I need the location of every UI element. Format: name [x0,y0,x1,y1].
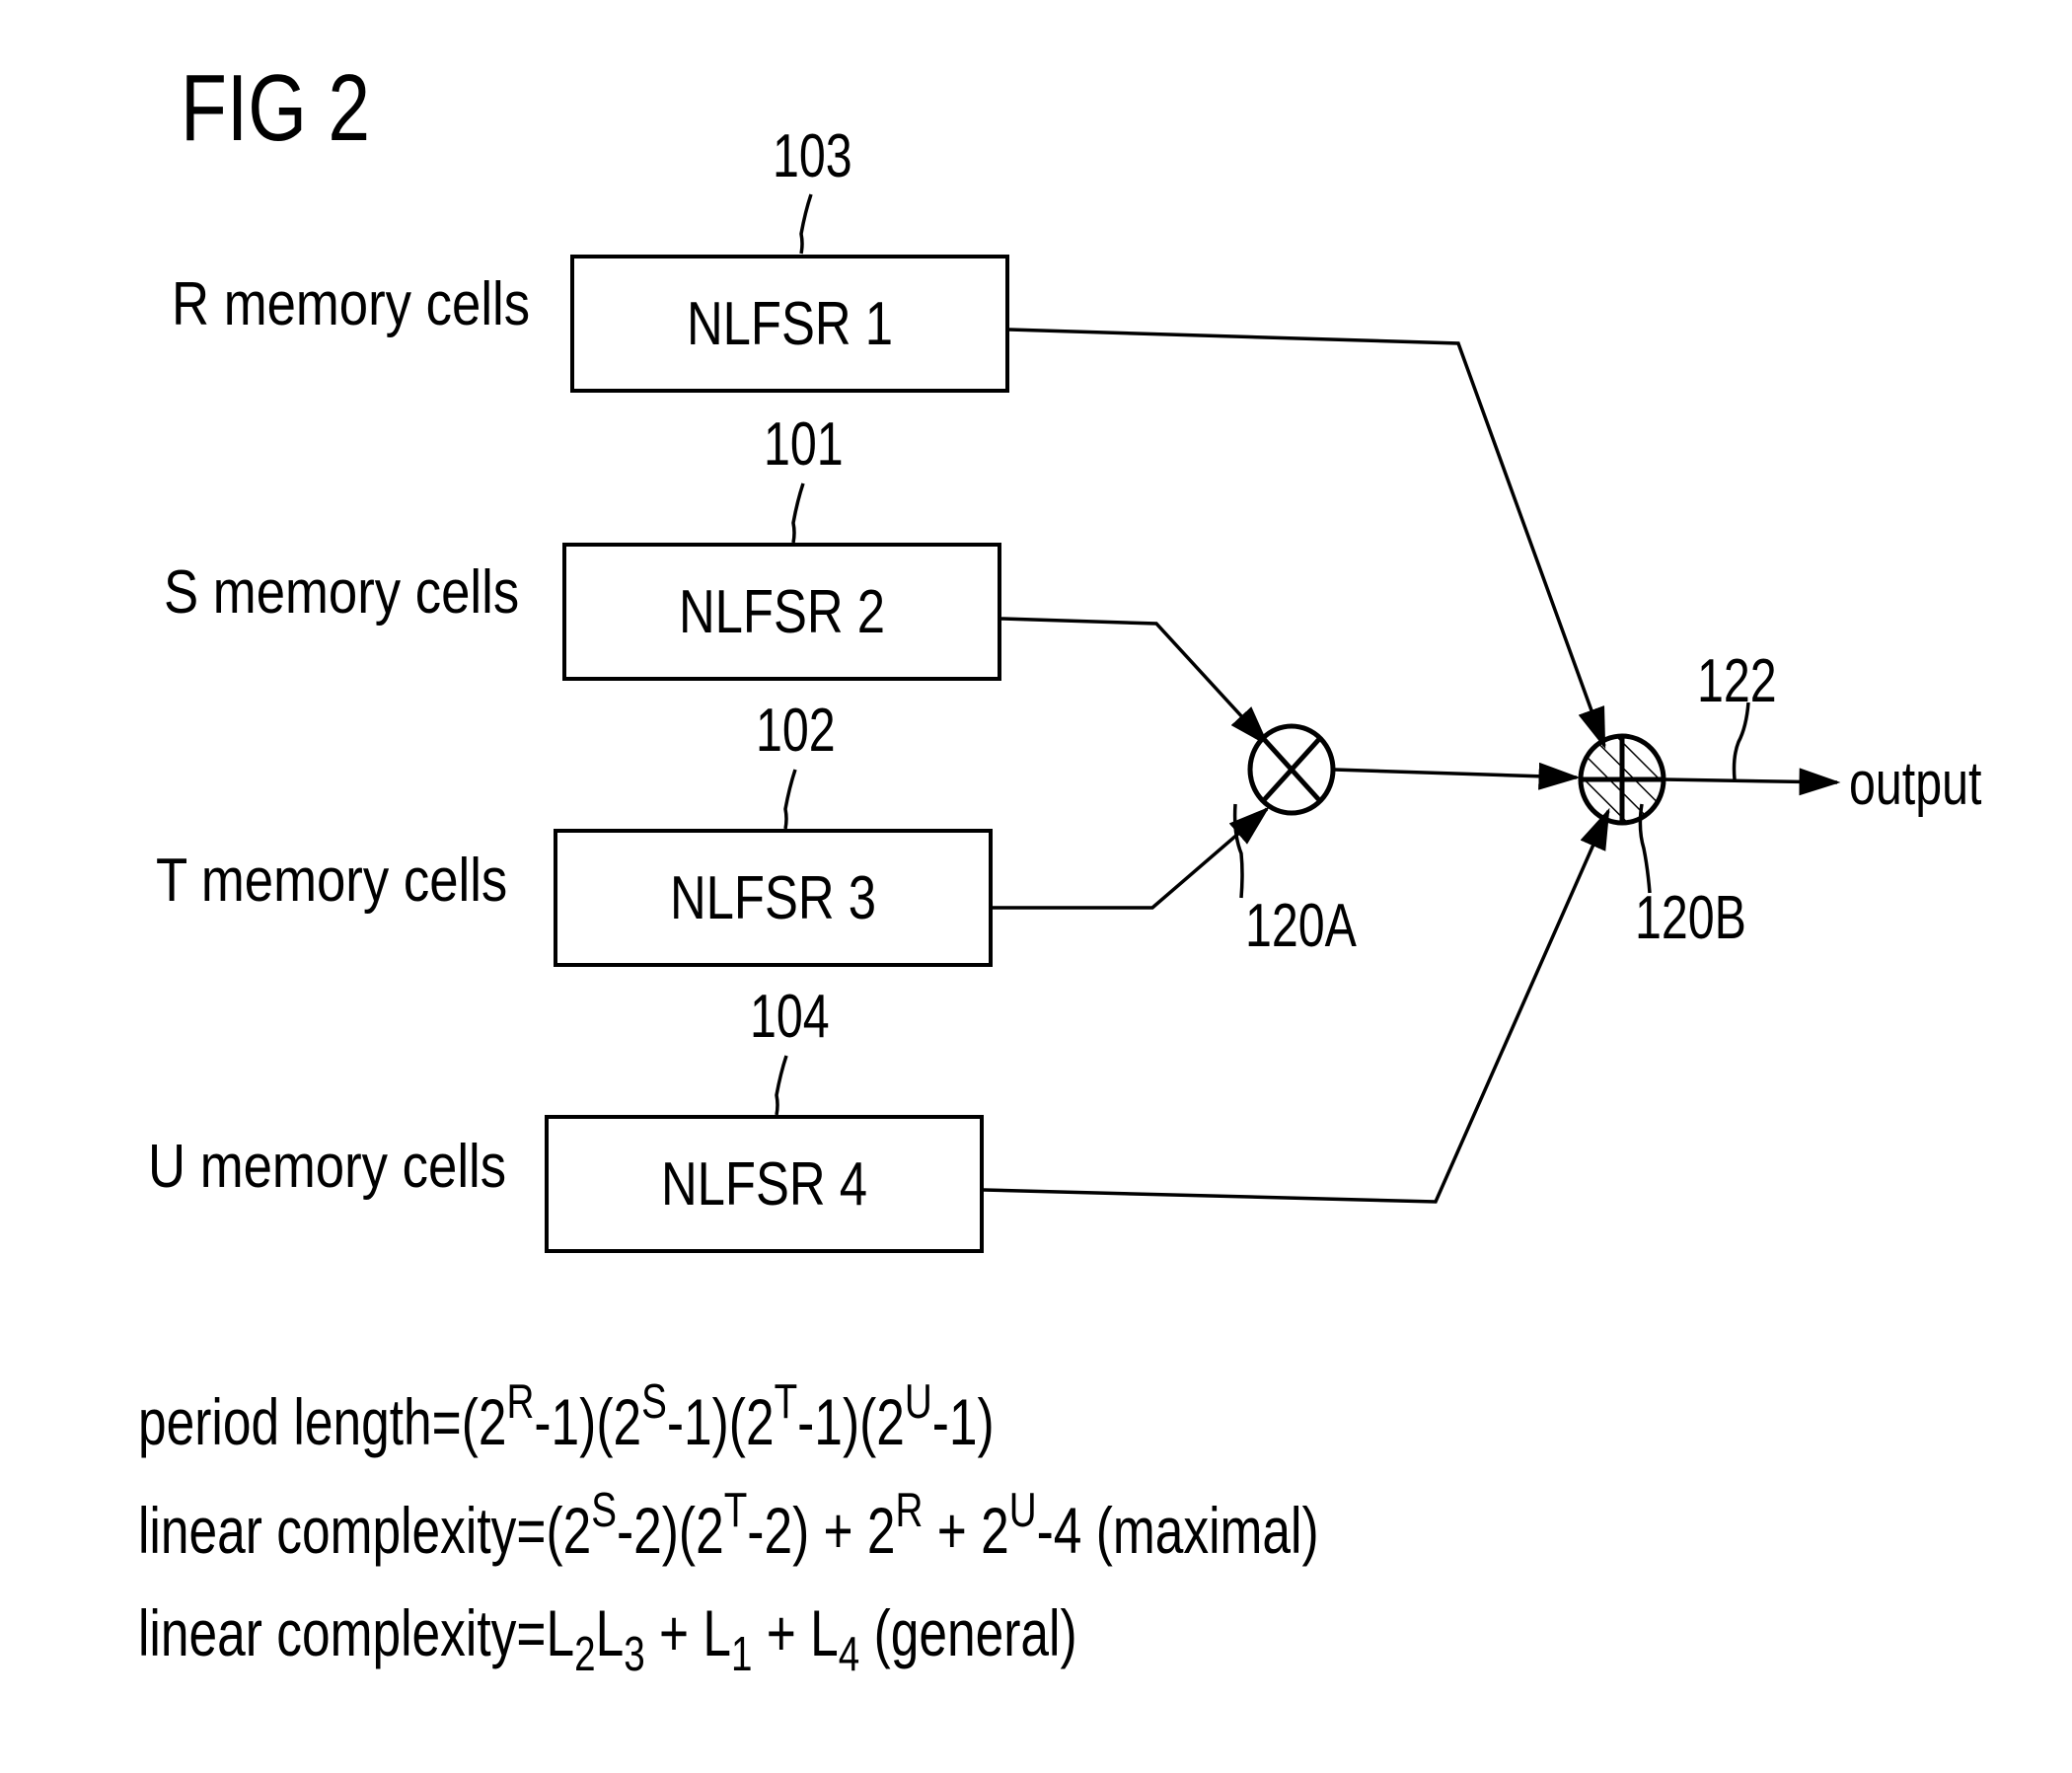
xor-120b-icon [1578,733,1666,826]
ref-122: 122 [1697,647,1777,715]
multiplier-120a-icon [1247,723,1336,816]
line-nlfsr4-xor [983,807,1610,1204]
leader-102 [783,769,797,830]
equation-linear-complexity-maximal: linear complexity=(2S-2)(2T-2) + 2R + 2U… [138,1482,1319,1567]
line-nlfsr3-mult [993,806,1270,910]
line-nlfsr2-mult [1000,617,1270,747]
output-label: output [1849,750,1982,818]
leader-120a [1232,803,1244,899]
line-mult-xor [1333,762,1581,790]
leader-104 [775,1055,788,1116]
line-output [1663,768,1841,796]
ref-120b: 120B [1635,884,1746,952]
leader-103 [799,193,813,255]
equation-linear-complexity-general: linear complexity=L2L3 + L1 + L4 (genera… [138,1596,1077,1681]
line-nlfsr1-xor [1008,328,1606,750]
leader-101 [791,482,805,544]
equation-period-length: period length=(2R-1)(2S-1)(2T-1)(2U-1) [138,1373,995,1458]
ref-120a: 120A [1245,892,1357,960]
